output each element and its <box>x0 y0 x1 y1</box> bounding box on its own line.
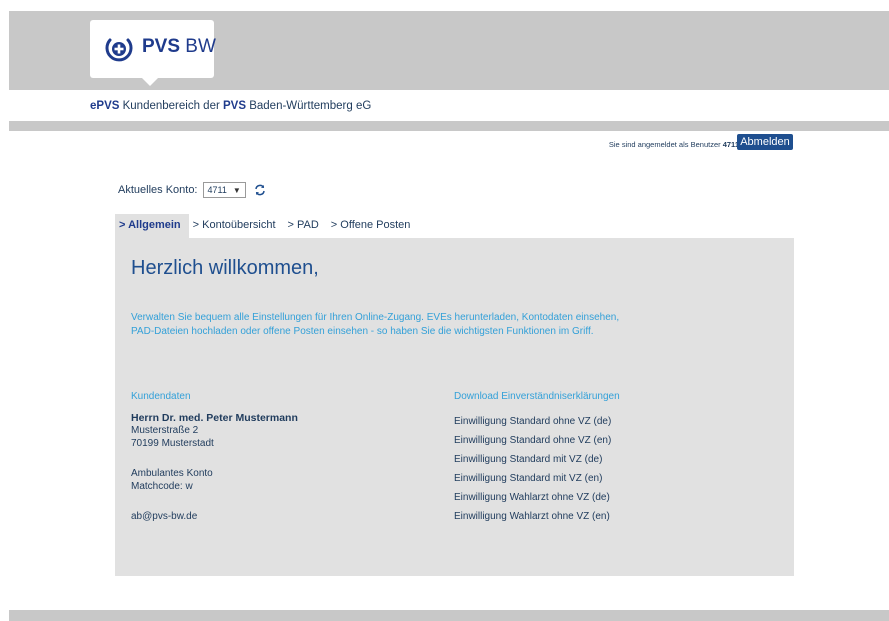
customer-city: 70199 Musterstadt <box>131 438 214 449</box>
account-select[interactable]: 4711 ▼ <box>202 182 246 198</box>
welcome-heading: Herzlich willkommen, <box>131 257 319 279</box>
download-link[interactable]: Einwilligung Standard ohne VZ (de) <box>454 412 774 431</box>
tab-pad[interactable]: > PAD <box>284 214 327 238</box>
customer-email: ab@pvs-bw.de <box>131 511 198 522</box>
chevron-down-icon: ▼ <box>232 185 241 195</box>
account-selector-row: Aktuelles Konto: 4711 ▼ <box>118 182 266 198</box>
downloads-section: Download Einverständniserklärungen Einwi… <box>454 391 774 526</box>
header-divider <box>9 121 889 131</box>
customer-name: Herrn Dr. med. Peter Mustermann <box>131 412 298 424</box>
customer-account-type: Ambulantes Konto <box>131 468 213 479</box>
download-link[interactable]: Einwilligung Standard mit VZ (en) <box>454 469 774 488</box>
tab-kontouebersicht[interactable]: > Kontoübersicht <box>189 214 284 238</box>
tab-offene-posten[interactable]: > Offene Posten <box>327 214 419 238</box>
site-subtitle: ePVS Kundenbereich der PVS Baden-Württem… <box>90 100 372 112</box>
content-panel: Herzlich willkommen, Verwalten Sie beque… <box>115 238 794 576</box>
login-status: Sie sind angemeldet als Benutzer 4711 <box>608 140 739 149</box>
logout-button[interactable]: Abmelden <box>737 134 793 150</box>
account-label: Aktuelles Konto: <box>118 184 198 196</box>
logo-text: PVS BW <box>142 36 216 57</box>
plus-circle-icon <box>105 38 133 62</box>
download-link[interactable]: Einwilligung Wahlarzt ohne VZ (en) <box>454 507 774 526</box>
customer-heading: Kundendaten <box>131 391 191 402</box>
customer-matchcode: Matchcode: w <box>131 481 193 492</box>
intro-line-1: Verwalten Sie bequem alle Einstellungen … <box>131 312 620 323</box>
download-link[interactable]: Einwilligung Standard mit VZ (de) <box>454 450 774 469</box>
intro-line-2: PAD-Dateien hochladen oder offene Posten… <box>131 326 594 337</box>
customer-street: Musterstraße 2 <box>131 425 199 436</box>
tab-allgemein[interactable]: > Allgemein <box>115 214 189 238</box>
download-link[interactable]: Einwilligung Standard ohne VZ (en) <box>454 431 774 450</box>
intro-text: Verwalten Sie bequem alle Einstellungen … <box>131 311 691 339</box>
footer-band <box>9 610 889 621</box>
downloads-heading: Download Einverständniserklärungen <box>454 391 620 402</box>
logo[interactable]: PVS BW <box>90 20 216 78</box>
logo-pointer <box>141 77 159 86</box>
tab-bar: > Allgemein > Kontoübersicht > PAD > Off… <box>115 214 418 238</box>
refresh-icon[interactable] <box>254 184 266 196</box>
download-link[interactable]: Einwilligung Wahlarzt ohne VZ (de) <box>454 488 774 507</box>
customer-data: Kundendaten Herrn Dr. med. Peter Musterm… <box>131 391 431 523</box>
account-select-value: 4711 <box>207 185 227 195</box>
